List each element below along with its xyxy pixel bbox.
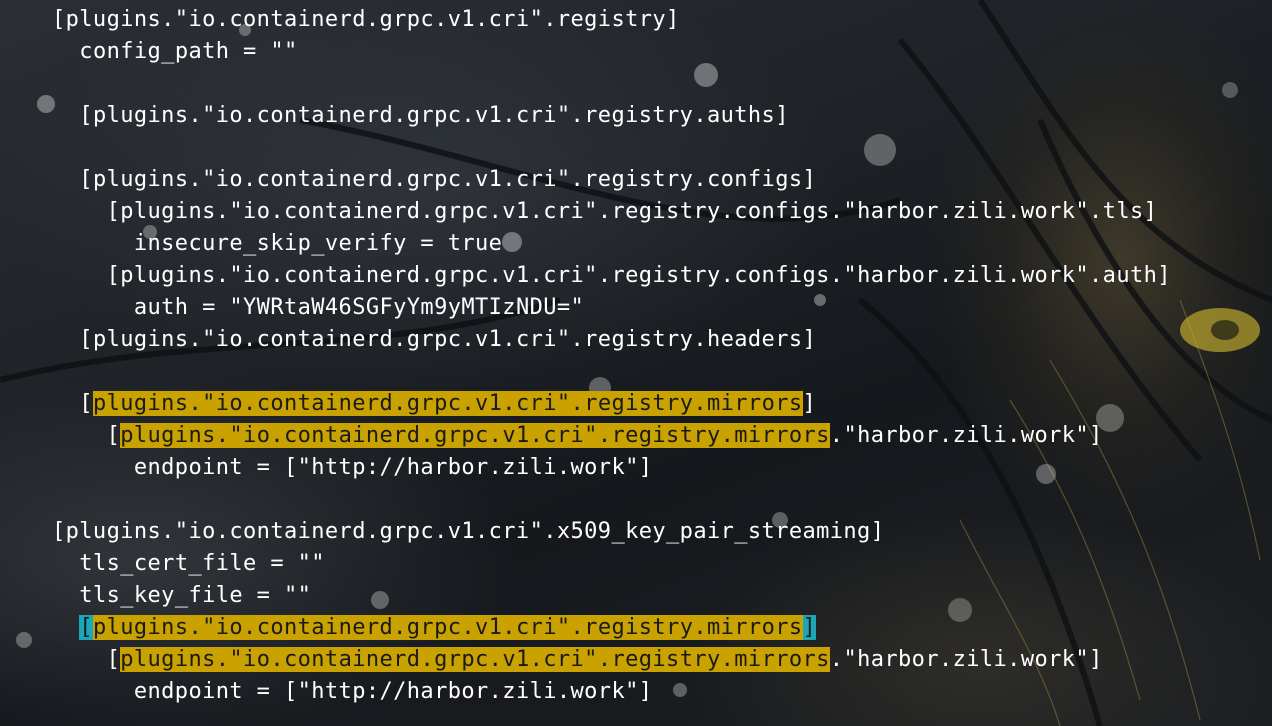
terminal-line: [plugins."io.containerd.grpc.v1.cri".reg… — [52, 324, 816, 356]
terminal-line: [plugins."io.containerd.grpc.v1.cri".reg… — [52, 260, 1171, 292]
terminal-line: insecure_skip_verify = true — [52, 228, 502, 260]
line-text: [ — [106, 647, 121, 672]
search-match-highlight: plugins."io.containerd.grpc.v1.cri".regi… — [92, 615, 803, 640]
terminal-output[interactable]: [plugins."io.containerd.grpc.v1.cri".reg… — [0, 0, 1272, 726]
line-text: [plugins."io.containerd.grpc.v1.cri".reg… — [106, 199, 1158, 224]
terminal-line: [plugins."io.containerd.grpc.v1.cri".reg… — [52, 420, 1103, 452]
line-text: endpoint = ["http://harbor.zili.work"] — [133, 679, 653, 704]
terminal-line: config_path = "" — [52, 36, 298, 68]
line-text: ] — [802, 391, 817, 416]
line-text: [plugins."io.containerd.grpc.v1.cri".x50… — [52, 519, 885, 544]
line-text: [plugins."io.containerd.grpc.v1.cri".reg… — [106, 263, 1171, 288]
terminal-line: [plugins."io.containerd.grpc.v1.cri".reg… — [52, 196, 1157, 228]
cursor-bracket-match: ] — [802, 615, 817, 640]
search-match-highlight: plugins."io.containerd.grpc.v1.cri".regi… — [120, 647, 830, 672]
terminal-line: [plugins."io.containerd.grpc.v1.cri".x50… — [52, 516, 884, 548]
line-text: [plugins."io.containerd.grpc.v1.cri".reg… — [79, 103, 789, 128]
terminal-line: tls_cert_file = "" — [52, 548, 325, 580]
search-match-highlight: plugins."io.containerd.grpc.v1.cri".regi… — [92, 391, 803, 416]
line-text: [plugins."io.containerd.grpc.v1.cri".reg… — [79, 327, 817, 352]
terminal-line: [plugins."io.containerd.grpc.v1.cri".reg… — [52, 388, 816, 420]
terminal-line: endpoint = ["http://harbor.zili.work"] — [52, 452, 652, 484]
line-text: [ — [79, 391, 93, 416]
terminal-line: endpoint = ["http://harbor.zili.work"] — [52, 676, 652, 708]
terminal-line: [plugins."io.containerd.grpc.v1.cri".reg… — [52, 100, 789, 132]
terminal-line: [plugins."io.containerd.grpc.v1.cri".reg… — [52, 4, 680, 36]
line-text: tls_key_file = "" — [79, 583, 312, 608]
terminal-line: [plugins."io.containerd.grpc.v1.cri".reg… — [52, 612, 817, 644]
line-text: auth = "YWRtaW46SGFyYm9yMTIzNDU=" — [133, 295, 585, 320]
line-text: [plugins."io.containerd.grpc.v1.cri".reg… — [79, 167, 817, 192]
line-text: ."harbor.zili.work"] — [829, 647, 1103, 672]
terminal-line: [plugins."io.containerd.grpc.v1.cri".reg… — [52, 164, 816, 196]
line-text: insecure_skip_verify = true — [133, 231, 503, 256]
line-text: endpoint = ["http://harbor.zili.work"] — [133, 455, 653, 480]
terminal-line: [plugins."io.containerd.grpc.v1.cri".reg… — [52, 644, 1103, 676]
cursor-bracket-match: [ — [79, 615, 93, 640]
search-match-highlight: plugins."io.containerd.grpc.v1.cri".regi… — [120, 423, 830, 448]
line-text: config_path = "" — [79, 39, 298, 64]
line-text: [plugins."io.containerd.grpc.v1.cri".reg… — [52, 7, 680, 32]
terminal-line: auth = "YWRtaW46SGFyYm9yMTIzNDU=" — [52, 292, 584, 324]
line-text: tls_cert_file = "" — [79, 551, 325, 576]
line-text: [ — [106, 423, 121, 448]
line-text: ."harbor.zili.work"] — [829, 423, 1103, 448]
terminal-line: tls_key_file = "" — [52, 580, 311, 612]
